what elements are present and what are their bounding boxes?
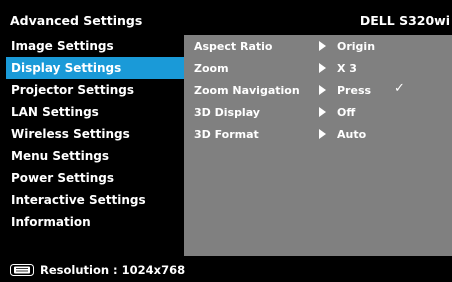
- menu-item-power-settings[interactable]: Power Settings: [6, 167, 184, 189]
- right-arrow-icon: [319, 85, 326, 95]
- right-arrow-icon: [319, 63, 326, 73]
- osd-window: Advanced Settings DELL S320wi Image Sett…: [0, 0, 452, 282]
- menu-item-projector-settings[interactable]: Projector Settings: [6, 79, 184, 101]
- status-bar: Resolution : 1024x768: [6, 258, 452, 282]
- page-title: Advanced Settings: [10, 12, 143, 28]
- menu-item-display-settings[interactable]: Display Settings: [6, 57, 184, 79]
- setting-row-zoom[interactable]: Zoom X 3: [184, 57, 452, 79]
- resolution-text: Resolution : 1024x768: [40, 263, 186, 277]
- setting-label: 3D Format: [194, 127, 259, 141]
- menu-item-image-settings[interactable]: Image Settings: [6, 35, 184, 57]
- osd-header: Advanced Settings DELL S320wi: [6, 6, 452, 34]
- setting-value: Origin: [337, 39, 376, 53]
- setting-value: Auto: [337, 127, 367, 141]
- monitor-icon: [10, 264, 34, 276]
- menu-item-menu-settings[interactable]: Menu Settings: [6, 145, 184, 167]
- setting-value: Off: [337, 105, 356, 119]
- settings-menu: Image Settings Display Settings Projecto…: [6, 35, 184, 256]
- right-arrow-icon: [319, 129, 326, 139]
- menu-item-interactive-settings[interactable]: Interactive Settings: [6, 189, 184, 211]
- setting-row-zoom-navigation[interactable]: Zoom Navigation Press ✓: [184, 79, 452, 101]
- right-arrow-icon: [319, 41, 326, 51]
- right-arrow-icon: [319, 107, 326, 117]
- setting-value: Press: [337, 83, 372, 97]
- menu-item-wireless-settings[interactable]: Wireless Settings: [6, 123, 184, 145]
- display-settings-panel: Aspect Ratio Origin Zoom X 3 Zoom Naviga…: [184, 35, 452, 256]
- setting-label: Zoom: [194, 61, 229, 75]
- setting-label: 3D Display: [194, 105, 260, 119]
- model-name: DELL S320wi: [359, 12, 450, 28]
- setting-row-3d-display[interactable]: 3D Display Off: [184, 101, 452, 123]
- setting-row-aspect-ratio[interactable]: Aspect Ratio Origin: [184, 35, 452, 57]
- setting-label: Zoom Navigation: [194, 83, 300, 97]
- menu-item-information[interactable]: Information: [6, 211, 184, 233]
- setting-label: Aspect Ratio: [194, 39, 273, 53]
- setting-row-3d-format[interactable]: 3D Format Auto: [184, 123, 452, 145]
- menu-item-lan-settings[interactable]: LAN Settings: [6, 101, 184, 123]
- setting-value: X 3: [337, 61, 357, 75]
- checkmark-icon: ✓: [394, 81, 405, 96]
